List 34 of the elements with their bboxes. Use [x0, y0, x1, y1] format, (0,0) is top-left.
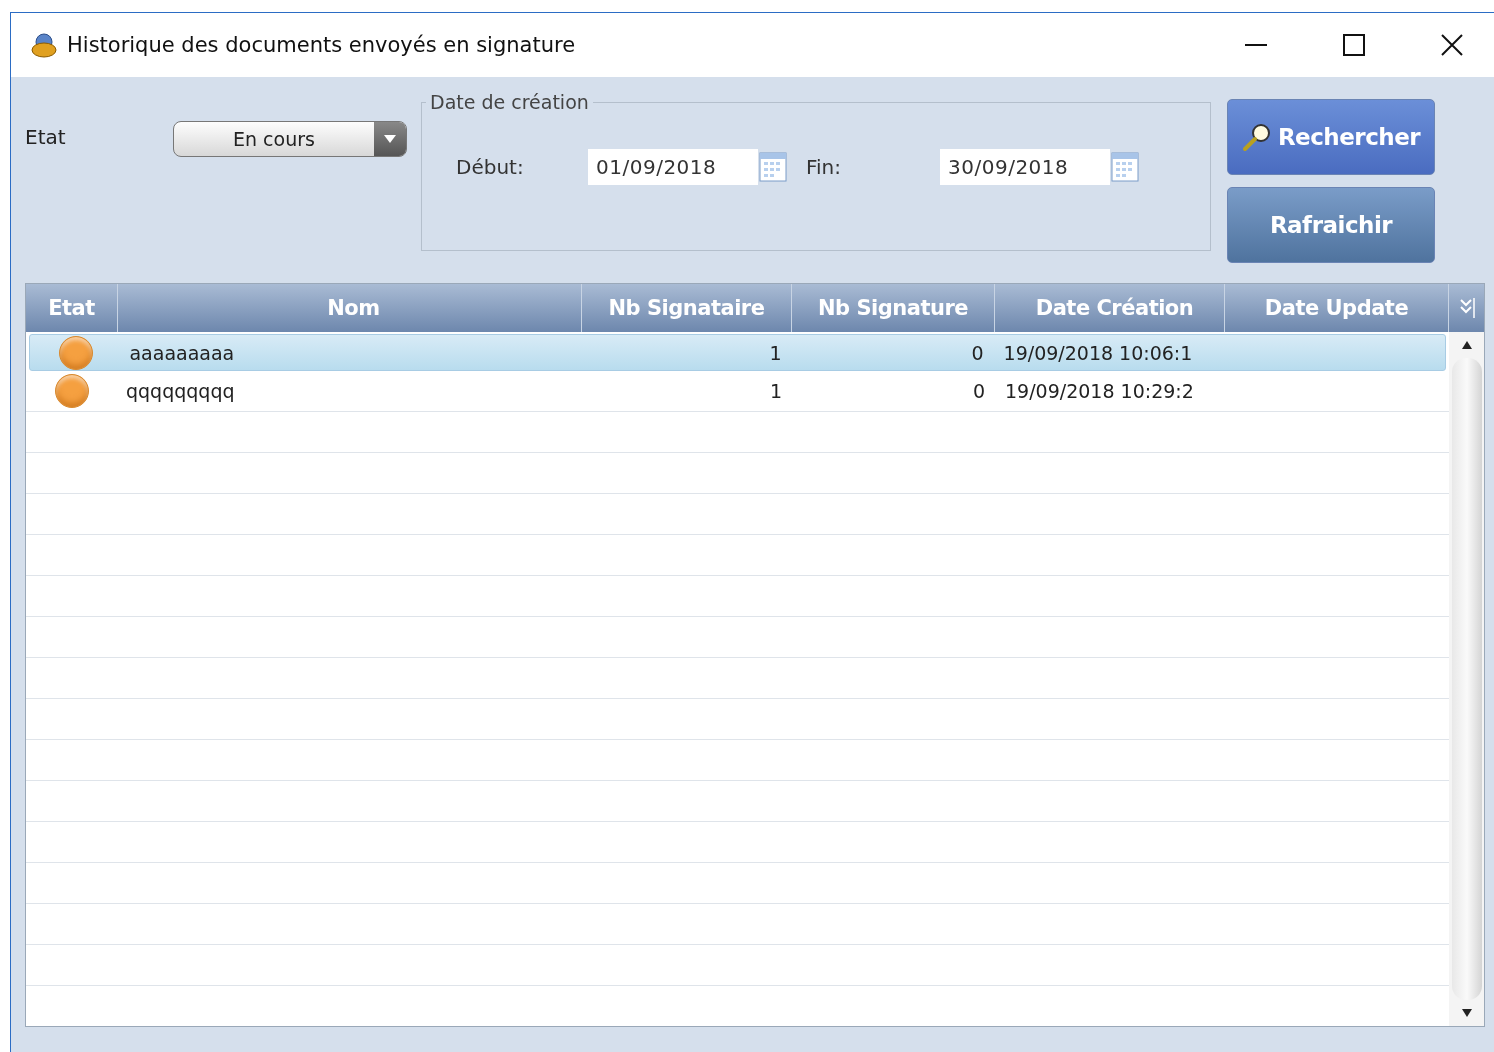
table-cell-text: aaaaaaaaa — [128, 341, 236, 364]
search-button[interactable]: Rechercher — [1227, 99, 1435, 175]
table-cell-text: 1 — [768, 341, 783, 364]
scroll-up-icon[interactable] — [1460, 340, 1473, 350]
table-row[interactable]: qqqqqqqqq 1 0 19/09/2018 10:29:2 — [26, 371, 1449, 412]
refresh-button[interactable]: Rafraichir — [1227, 187, 1435, 263]
caret-icon — [383, 134, 397, 144]
column-header[interactable]: Etat — [26, 284, 118, 332]
table-cell-text: qqqqqqqqq — [125, 380, 236, 402]
table-cell-text: 19/09/2018 10:29:2 — [1004, 380, 1195, 402]
table-cell-text: 0 — [971, 380, 986, 402]
table-cell-text: 0 — [970, 341, 985, 364]
etat-label: Etat — [25, 125, 67, 149]
debut-label: Début: — [456, 155, 525, 179]
column-header[interactable]: Date Update — [1225, 284, 1449, 332]
column-header[interactable]: Nb Signataire — [582, 284, 792, 332]
scrollbar[interactable] — [1449, 332, 1484, 1026]
column-header[interactable]: Nb Signature — [792, 284, 995, 332]
column-chooser-icon[interactable] — [1458, 296, 1475, 320]
fin-label: Fin: — [806, 155, 843, 179]
scroll-down-icon[interactable] — [1460, 1008, 1473, 1018]
magnifier-icon — [1241, 122, 1272, 152]
date-field[interactable]: 01/09/2018 — [588, 149, 758, 185]
group-title: Date de création — [429, 91, 590, 113]
window-title: Historique des documents envoyés en signature — [67, 33, 576, 57]
maximize-icon[interactable] — [1342, 33, 1366, 57]
column-header[interactable]: Nom — [118, 284, 582, 332]
table-cell-text: 1 — [768, 380, 783, 402]
column-header[interactable]: Date Création — [995, 284, 1225, 332]
table-cell-text: 19/09/2018 10:06:1 — [1002, 341, 1194, 364]
close-icon[interactable] — [1440, 33, 1464, 57]
date-field[interactable]: 30/09/2018 — [940, 149, 1110, 185]
etat-dropdown[interactable]: En cours — [173, 121, 407, 157]
table-row[interactable]: aaaaaaaaa 1 0 19/09/2018 10:06:1 — [29, 334, 1446, 371]
